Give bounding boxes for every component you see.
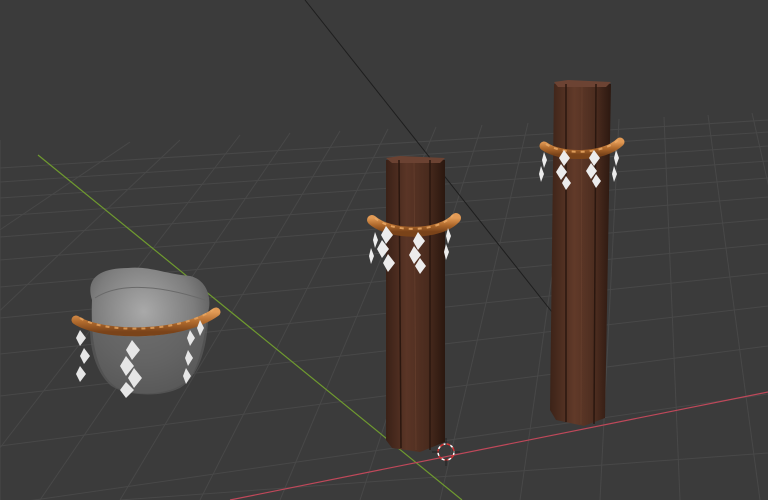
x-axis-line [229, 391, 768, 500]
3d-viewport[interactable] [0, 0, 768, 500]
shimenawa-post-back[interactable] [539, 80, 625, 426]
shimenawa-post-front[interactable] [367, 156, 461, 452]
viewport-canvas[interactable] [0, 0, 768, 500]
shimenawa-rock[interactable] [71, 267, 221, 398]
